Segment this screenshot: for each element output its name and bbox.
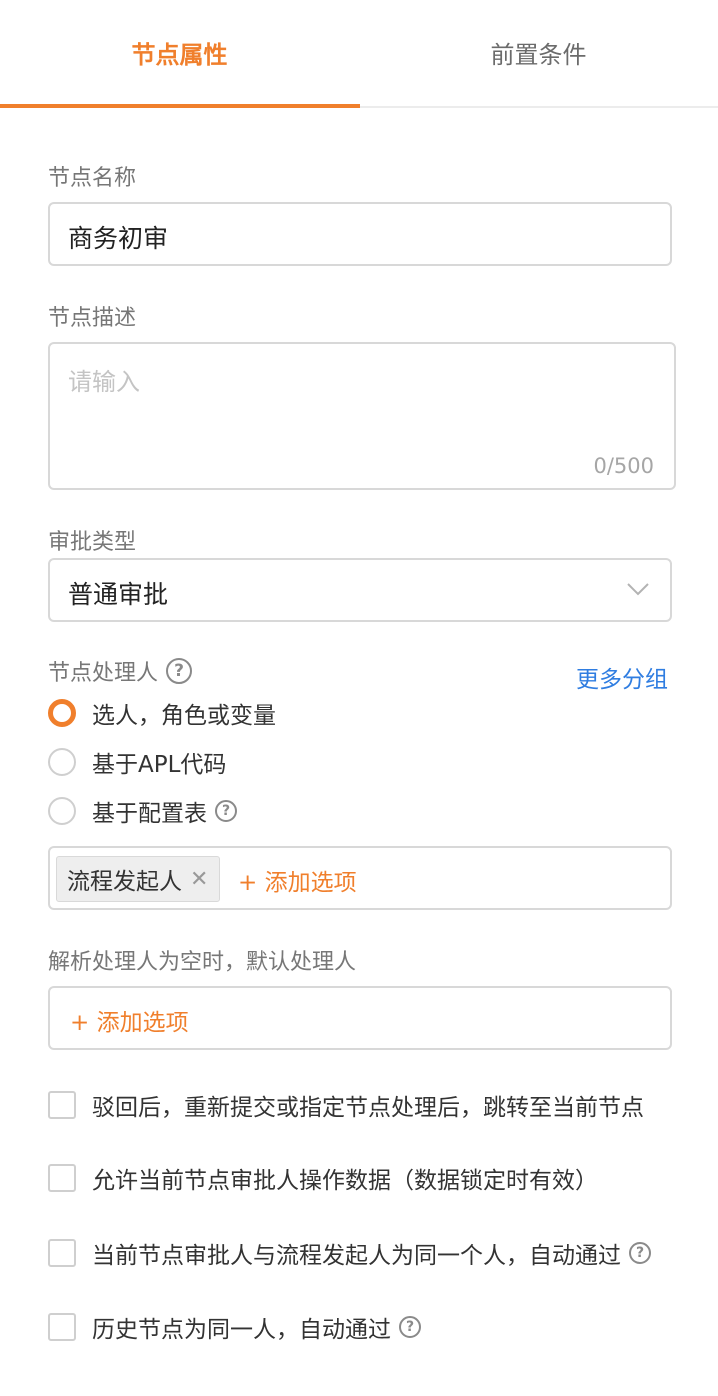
checkbox-row-reject-jump[interactable]: 驳回后，重新提交或指定节点处理后，跳转至当前节点 [48,1088,644,1122]
close-icon[interactable]: ✕ [190,867,208,892]
checkbox-row-allow-operate[interactable]: 允许当前节点审批人操作数据（数据锁定时有效） [48,1161,598,1195]
node-name-label: 节点名称 [48,166,137,191]
checkbox[interactable] [48,1313,76,1341]
radio-checked-icon[interactable] [48,699,76,727]
add-option-button[interactable]: + 添加选项 [238,863,357,897]
handler-label: 节点处理人 [48,661,159,686]
chevron-down-icon [627,583,649,596]
approval-type-value: 普通审批 [68,580,169,609]
radio-label: 基于配置表 [92,801,207,827]
checkbox-label: 允许当前节点审批人操作数据（数据锁定时有效） [92,1168,598,1194]
active-tab-indicator [0,104,360,108]
default-handler-label: 解析处理人为空时，默认处理人 [48,950,357,975]
node-desc-placeholder: 请输入 [68,368,140,396]
radio-label: 选人，角色或变量 [92,703,276,729]
handler-label-row: 节点处理人 ? [48,655,193,687]
radio-config-table[interactable]: 基于配置表 ? [48,796,237,827]
more-group-link[interactable]: 更多分组 [576,660,668,694]
add-option-button[interactable]: + 添加选项 [70,1003,189,1037]
question-circle-icon[interactable]: ? [399,1316,421,1338]
node-desc-textarea[interactable]: 请输入 0/500 [48,342,676,490]
radio-label: 基于APL代码 [92,752,227,778]
checkbox-row-same-initiator[interactable]: 当前节点审批人与流程发起人为同一个人，自动通过 ? [48,1236,651,1270]
tab-preconditions[interactable]: 前置条件 [359,0,718,104]
node-name-value: 商务初审 [68,224,169,253]
tab-node-properties[interactable]: 节点属性 [0,0,359,104]
radio-unchecked-icon[interactable] [48,797,76,825]
default-handler-input[interactable]: + 添加选项 [48,986,672,1050]
checkbox[interactable] [48,1239,76,1267]
question-circle-icon[interactable]: ? [166,658,193,684]
radio-apl-code[interactable]: 基于APL代码 [48,747,227,778]
approval-type-label: 审批类型 [48,530,137,555]
checkbox-row-history-same[interactable]: 历史节点为同一人，自动通过 ? [48,1310,421,1344]
tag-label: 流程发起人 [67,869,182,895]
radio-unchecked-icon[interactable] [48,748,76,776]
char-counter: 0/500 [593,454,654,478]
radio-select-person[interactable]: 选人，角色或变量 [48,698,276,729]
checkbox[interactable] [48,1164,76,1192]
node-name-input[interactable]: 商务初审 [48,202,672,266]
checkbox-label: 历史节点为同一人，自动通过 [92,1317,391,1343]
handler-tag: 流程发起人 ✕ [56,856,220,902]
checkbox-label: 当前节点审批人与流程发起人为同一个人，自动通过 [92,1243,621,1269]
question-circle-icon[interactable]: ? [629,1242,651,1264]
tab-bar: 节点属性 前置条件 [0,0,718,108]
handler-tag-input[interactable]: 流程发起人 ✕ + 添加选项 [48,846,672,910]
question-circle-icon[interactable]: ? [215,800,237,822]
node-desc-label: 节点描述 [48,306,137,331]
checkbox-label: 驳回后，重新提交或指定节点处理后，跳转至当前节点 [92,1095,644,1121]
checkbox[interactable] [48,1091,76,1119]
approval-type-select[interactable]: 普通审批 [48,558,672,622]
